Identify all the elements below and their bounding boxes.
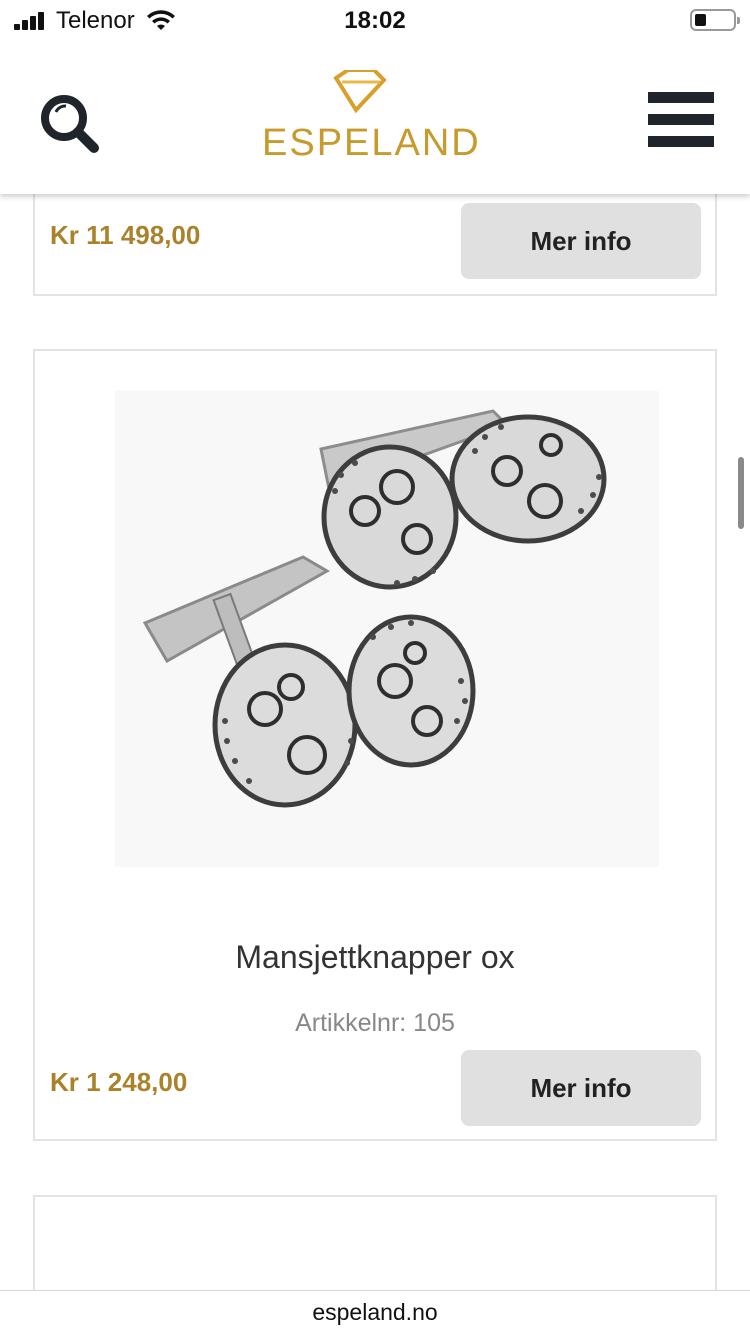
logo-text: ESPELAND xyxy=(262,122,481,164)
site-header: ESPELAND xyxy=(0,44,750,194)
article-number: Artikkelnr: 105 xyxy=(295,1009,455,1037)
scrollbar[interactable] xyxy=(738,457,744,529)
menu-button[interactable] xyxy=(648,92,714,148)
more-info-button[interactable]: Mer info xyxy=(461,203,701,279)
cufflinks-image xyxy=(115,391,659,867)
url-bar[interactable]: espeland.no xyxy=(0,1290,750,1334)
clock: 18:02 xyxy=(344,7,406,34)
hamburger-menu-icon xyxy=(648,92,714,103)
url-domain: espeland.no xyxy=(312,1299,438,1325)
espeland-logo[interactable]: ESPELAND xyxy=(262,70,481,170)
status-bar: Telenor 18:02 xyxy=(0,0,750,44)
search-button[interactable] xyxy=(38,92,102,156)
search-icon xyxy=(41,95,99,153)
diamond-logo-icon xyxy=(333,70,387,114)
product-card: Mansjettknapper ox Artikkelnr: 105 Kr 1 … xyxy=(33,349,717,1141)
product-price: Kr 11 498,00 xyxy=(50,220,201,250)
product-image[interactable] xyxy=(115,391,659,867)
product-price: Kr 1 248,00 xyxy=(50,1067,188,1097)
product-title[interactable]: Mansjettknapper ox xyxy=(35,939,715,976)
more-info-button[interactable]: Mer info xyxy=(461,1050,701,1126)
battery-icon xyxy=(690,9,740,31)
